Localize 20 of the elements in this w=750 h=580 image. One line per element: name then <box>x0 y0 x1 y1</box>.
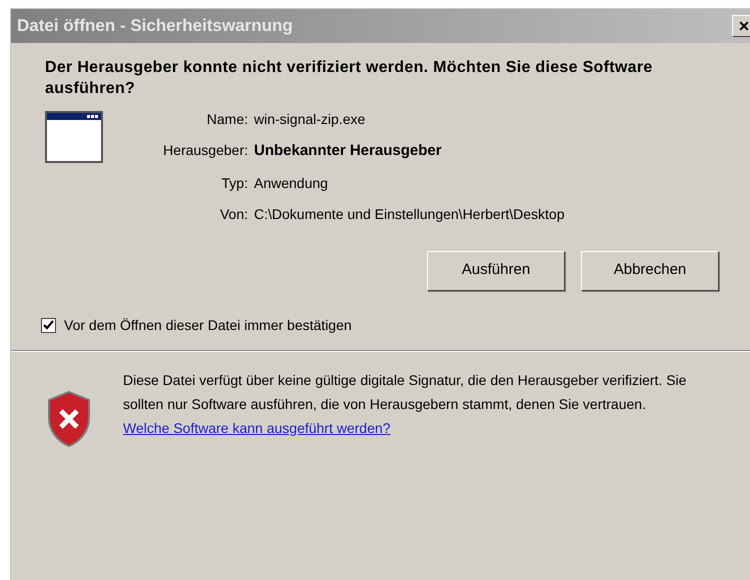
field-label: Typ: <box>220 174 248 193</box>
field-label: Name: <box>206 110 248 129</box>
warning-text: Diese Datei verfügt über keine gültige digitale Signatur, die den Herausgeber verifiziert. Sie sollten nur Software ausführen, die von Herausgebern stammt, denen Sie vertrauen. Welche Software kann ausgeführt werden? <box>123 370 688 438</box>
close-button[interactable]: × <box>732 15 750 37</box>
checkbox-label: Vor dem Öffnen dieser Datei immer bestätigen <box>64 316 352 335</box>
dialog-button[interactable]: Ausführen <box>427 250 565 290</box>
dialog-button[interactable]: Abbrechen <box>581 250 719 290</box>
field-value: Anwendung <box>254 174 329 193</box>
field-label: Herausgeber: <box>162 141 248 160</box>
application-window-icon <box>45 111 103 163</box>
checkbox[interactable] <box>41 318 56 332</box>
heading-text: Der Herausgeber konnte nicht verifiziert werden. Möchten Sie diese Software ausführen? <box>45 58 654 99</box>
field-value: C:\Dokumente und Einstellungen\Herbert\Desktop <box>254 204 565 224</box>
help-link[interactable]: Welche Software kann ausgeführt werden? <box>123 420 390 436</box>
field-value: Unbekannter Herausgeber <box>254 141 443 161</box>
checkmark-icon <box>43 320 54 330</box>
window-title: Datei öffnen - Sicherheitswarnung <box>17 15 293 38</box>
shield-error-icon <box>45 390 93 448</box>
field-value: win-signal-zip.exe <box>254 110 366 129</box>
field-label: Von: <box>218 204 248 224</box>
